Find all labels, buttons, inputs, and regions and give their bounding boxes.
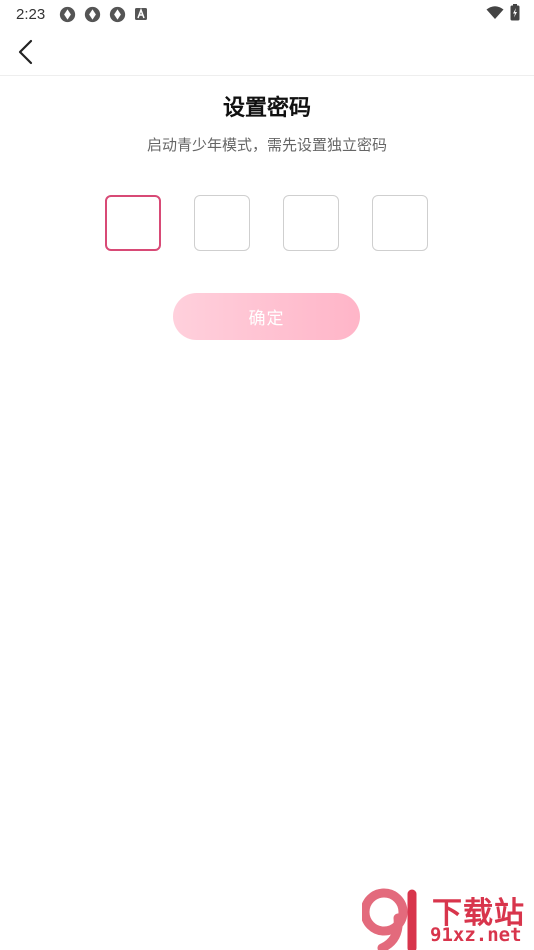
password-code-input — [105, 195, 429, 251]
battery-charging-icon — [510, 3, 520, 25]
page-subtitle: 启动青少年模式，需先设置独立密码 — [146, 136, 387, 154]
set-password-screen: 2:23 设置密码 启动青少年模式，需先设置独立密码 确定 下载站 91xz.n… — [0, 0, 534, 950]
a-box-icon — [134, 7, 148, 21]
back-button[interactable] — [10, 36, 42, 68]
code-digit-box-4[interactable] — [372, 195, 428, 251]
watermark-domain: 91xz.net — [430, 924, 522, 946]
aperture-icon — [59, 6, 76, 23]
system-icons — [486, 3, 520, 25]
watermark: 下载站 91xz.net — [362, 888, 534, 950]
aperture-icon — [109, 6, 126, 23]
code-digit-box-3[interactable] — [283, 195, 339, 251]
page-title: 设置密码 — [222, 96, 311, 121]
chevron-left-icon — [18, 39, 33, 65]
aperture-icon — [84, 6, 101, 23]
watermark-logo-icon — [362, 888, 417, 950]
nav-bar — [0, 28, 534, 76]
status-time: 2:23 — [16, 5, 46, 23]
wifi-icon — [486, 5, 504, 24]
confirm-button[interactable]: 确定 — [173, 293, 360, 340]
code-digit-box-1[interactable] — [105, 195, 161, 251]
status-bar: 2:23 — [0, 0, 534, 28]
code-digit-box-2[interactable] — [194, 195, 250, 251]
notification-icons — [59, 6, 148, 23]
